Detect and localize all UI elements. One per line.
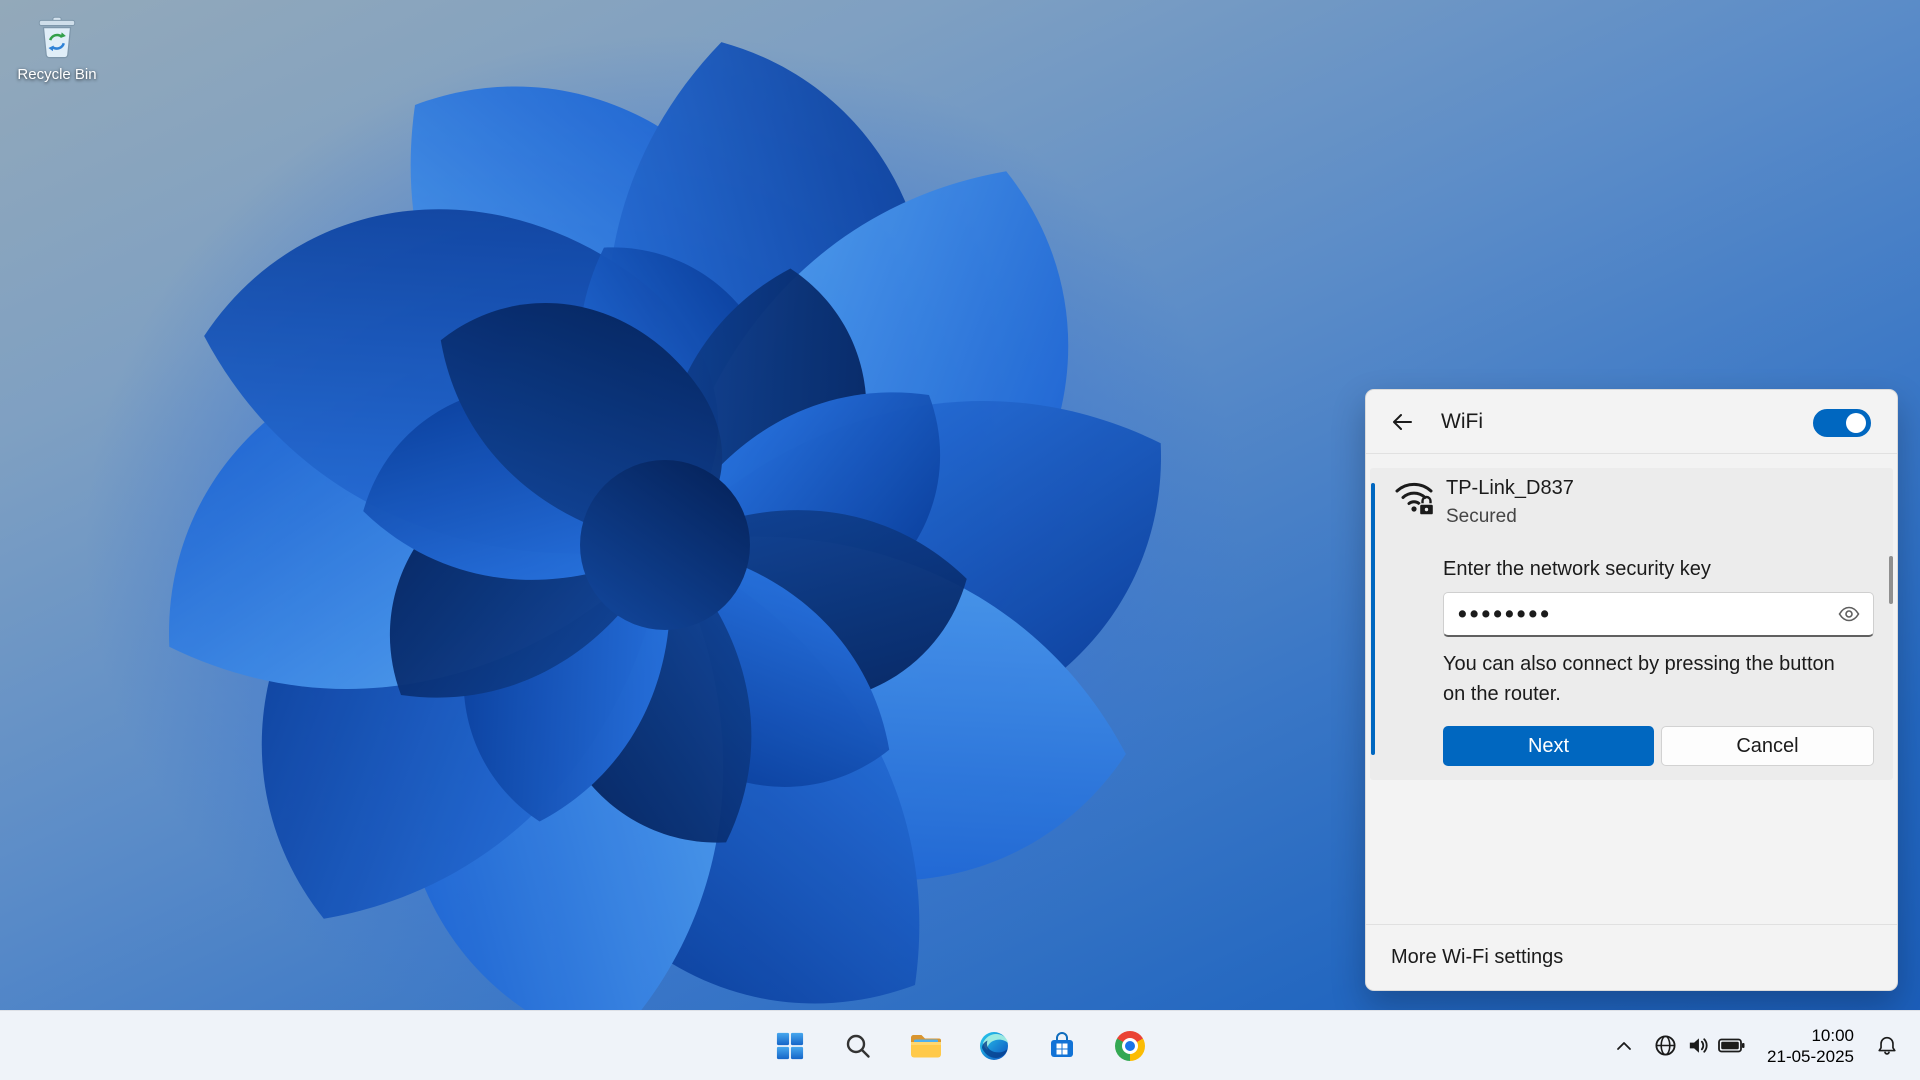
tray-overflow-button[interactable] xyxy=(1608,1024,1640,1068)
wifi-secured-lock-icon xyxy=(1395,482,1435,516)
tray-status-group[interactable] xyxy=(1646,1024,1753,1068)
more-wifi-settings-item[interactable]: More Wi-Fi settings xyxy=(1366,924,1897,990)
back-arrow-icon xyxy=(1393,414,1412,430)
recycle-bin-icon xyxy=(38,16,76,59)
folder-icon xyxy=(911,1035,941,1058)
taskbar-clock[interactable]: 10:00 21-05-2025 xyxy=(1759,1024,1862,1068)
recycle-bin-label: Recycle Bin xyxy=(17,66,97,83)
chevron-up-icon xyxy=(1617,1041,1631,1050)
taskbar: 10:00 21-05-2025 xyxy=(0,1010,1920,1080)
desktop-screen: Recycle Bin WiFi TP-Link_D837 Secured En… xyxy=(0,0,1920,1080)
cancel-button[interactable]: Cancel xyxy=(1661,726,1874,766)
search-icon xyxy=(846,1034,870,1058)
selection-accent-bar xyxy=(1371,483,1375,755)
edge-button[interactable] xyxy=(972,1024,1016,1068)
search-button[interactable] xyxy=(836,1024,880,1068)
security-key-input[interactable] xyxy=(1444,593,1825,635)
edge-icon xyxy=(980,1031,1008,1060)
battery-icon xyxy=(1718,1038,1745,1053)
clock-date: 21-05-2025 xyxy=(1767,1046,1854,1066)
wifi-panel-header: WiFi xyxy=(1366,390,1897,454)
microsoft-store-button[interactable] xyxy=(1040,1024,1084,1068)
taskbar-center-group xyxy=(768,1011,1152,1080)
router-hint-text: You can also connect by pressing the but… xyxy=(1443,653,1835,705)
clock-time: 10:00 xyxy=(1811,1025,1854,1045)
globe-icon xyxy=(1655,1035,1676,1056)
recycle-bin-shortcut[interactable]: Recycle Bin xyxy=(14,12,100,83)
panel-scrollbar-thumb[interactable] xyxy=(1889,556,1893,604)
start-button[interactable] xyxy=(768,1024,812,1068)
tray-icons xyxy=(1654,1034,1745,1057)
next-button[interactable]: Next xyxy=(1443,726,1654,766)
chrome-icon xyxy=(1115,1030,1145,1061)
reveal-password-button[interactable] xyxy=(1833,599,1865,629)
speaker-icon xyxy=(1689,1038,1708,1053)
eye-reveal-icon xyxy=(1838,606,1860,622)
file-explorer-button[interactable] xyxy=(904,1024,948,1068)
wallpaper-bloom-graphic xyxy=(85,35,1245,1055)
system-tray: 10:00 21-05-2025 xyxy=(1608,1011,1906,1080)
wifi-panel-title: WiFi xyxy=(1441,410,1483,433)
password-field xyxy=(1443,592,1874,637)
microsoft-store-icon xyxy=(1051,1031,1073,1057)
security-key-label: Enter the network security key xyxy=(1443,558,1711,580)
back-button[interactable] xyxy=(1384,405,1420,439)
network-status: Secured xyxy=(1446,506,1517,527)
windows-start-icon xyxy=(776,1032,804,1059)
chrome-button[interactable] xyxy=(1108,1024,1152,1068)
notification-center-button[interactable] xyxy=(1868,1024,1906,1068)
bell-icon xyxy=(1878,1036,1896,1055)
toggle-knob xyxy=(1846,413,1866,433)
wifi-toggle-switch[interactable] xyxy=(1813,409,1871,437)
network-name[interactable]: TP-Link_D837 xyxy=(1446,477,1574,500)
wifi-flyout-panel: WiFi TP-Link_D837 Secured Enter the netw… xyxy=(1365,389,1898,991)
more-wifi-settings-label: More Wi-Fi settings xyxy=(1391,946,1564,968)
